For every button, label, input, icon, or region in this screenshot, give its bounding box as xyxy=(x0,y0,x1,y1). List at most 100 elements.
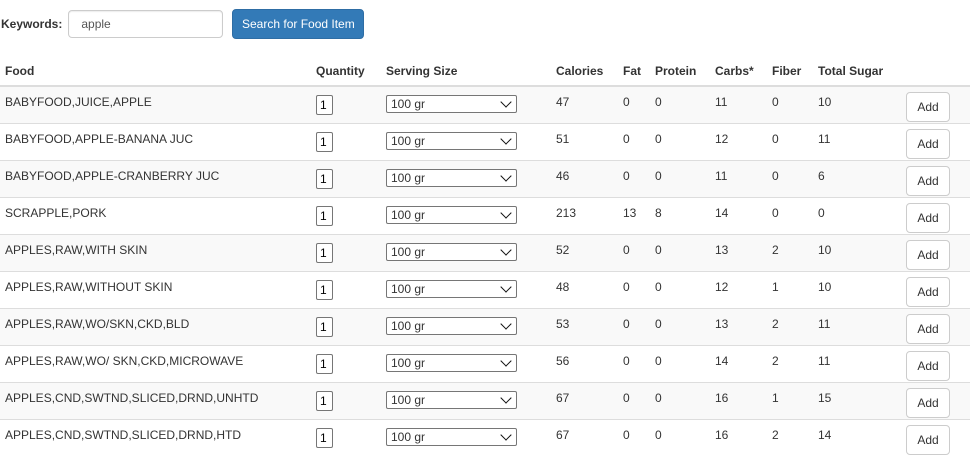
add-button[interactable]: Add xyxy=(906,202,950,233)
total-sugar-value: 14 xyxy=(813,418,901,456)
quantity-input[interactable] xyxy=(316,242,333,263)
carbs-value: 11 xyxy=(710,85,767,123)
fiber-value: 2 xyxy=(767,344,813,382)
fiber-value: 2 xyxy=(767,233,813,271)
total-sugar-value: 15 xyxy=(813,381,901,419)
search-button[interactable]: Search for Food Item xyxy=(232,9,365,39)
action-cell: Add xyxy=(901,122,970,160)
serving-size-value: 100 gr xyxy=(391,97,426,111)
quantity-cell xyxy=(311,418,381,456)
col-fat-header: Fat xyxy=(618,56,650,87)
chevron-down-icon xyxy=(500,206,512,219)
serving-size-select[interactable]: 100 gr xyxy=(386,353,517,372)
fiber-value: 0 xyxy=(767,196,813,234)
total-sugar-value: 11 xyxy=(813,344,901,382)
col-carbs-header: Carbs* xyxy=(710,56,767,87)
quantity-input[interactable] xyxy=(316,390,333,411)
add-button[interactable]: Add xyxy=(906,313,950,344)
serving-size-value: 100 gr xyxy=(391,170,426,185)
chevron-down-icon xyxy=(500,391,512,404)
add-button[interactable]: Add xyxy=(906,276,950,307)
protein-value: 0 xyxy=(650,233,710,271)
food-name: BABYFOOD,APPLE-BANANA JUC xyxy=(0,122,311,160)
add-button[interactable]: Add xyxy=(906,350,950,381)
quantity-input[interactable] xyxy=(316,205,333,226)
serving-size-select[interactable]: 100 gr xyxy=(386,316,517,335)
action-cell: Add xyxy=(901,270,970,308)
calories-value: 51 xyxy=(551,122,618,160)
col-calories-header: Calories xyxy=(551,56,618,87)
serving-size-value: 100 gr xyxy=(391,207,426,222)
carbs-value: 13 xyxy=(710,233,767,271)
quantity-cell xyxy=(311,233,381,271)
add-button[interactable]: Add xyxy=(906,424,950,455)
add-button[interactable]: Add xyxy=(906,165,950,196)
serving-size-cell: 100 gr xyxy=(381,196,551,234)
fiber-value: 0 xyxy=(767,122,813,160)
serving-size-cell: 100 gr xyxy=(381,344,551,382)
calories-value: 67 xyxy=(551,418,618,456)
add-button[interactable]: Add xyxy=(906,387,950,418)
fiber-value: 2 xyxy=(767,307,813,345)
fat-value: 13 xyxy=(618,196,650,234)
quantity-input[interactable] xyxy=(316,316,333,337)
col-protein-header: Protein xyxy=(650,56,710,87)
add-button[interactable]: Add xyxy=(906,239,950,270)
chevron-down-icon xyxy=(500,317,512,330)
keywords-input[interactable] xyxy=(68,10,224,38)
add-button[interactable]: Add xyxy=(906,92,950,122)
quantity-cell xyxy=(311,381,381,419)
quantity-cell xyxy=(311,159,381,197)
serving-size-cell: 100 gr xyxy=(381,159,551,197)
quantity-input[interactable] xyxy=(316,353,333,374)
protein-value: 0 xyxy=(650,418,710,456)
chevron-down-icon xyxy=(500,96,512,108)
serving-size-select[interactable]: 100 gr xyxy=(386,131,517,150)
add-button[interactable]: Add xyxy=(906,128,950,159)
serving-size-select[interactable]: 100 gr xyxy=(386,205,517,224)
total-sugar-value: 10 xyxy=(813,233,901,271)
food-name: APPLES,RAW,WO/SKN,CKD,BLD xyxy=(0,307,311,345)
fiber-value: 1 xyxy=(767,270,813,308)
serving-size-select[interactable]: 100 gr xyxy=(386,390,517,409)
total-sugar-value: 0 xyxy=(813,196,901,234)
table-row: APPLES,RAW,WO/SKN,CKD,BLD100 gr530013211… xyxy=(0,307,970,345)
fat-value: 0 xyxy=(618,270,650,308)
action-cell: Add xyxy=(901,196,970,234)
calories-value: 213 xyxy=(551,196,618,234)
food-name: APPLES,RAW,WITH SKIN xyxy=(0,233,311,271)
carbs-value: 12 xyxy=(710,122,767,160)
serving-size-select[interactable]: 100 gr xyxy=(386,279,517,298)
chevron-down-icon xyxy=(500,169,512,182)
col-fiber-header: Fiber xyxy=(767,56,813,87)
serving-size-cell: 100 gr xyxy=(381,270,551,308)
serving-size-value: 100 gr xyxy=(391,392,426,407)
food-name: APPLES,RAW,WITHOUT SKIN xyxy=(0,270,311,308)
carbs-value: 16 xyxy=(710,418,767,456)
action-cell: Add xyxy=(901,307,970,345)
fat-value: 0 xyxy=(618,381,650,419)
food-name: SCRAPPLE,PORK xyxy=(0,196,311,234)
serving-size-select[interactable]: 100 gr xyxy=(386,427,517,446)
quantity-input[interactable] xyxy=(316,95,333,115)
table-row: BABYFOOD,JUICE,APPLE100 gr470011010Add xyxy=(0,85,970,123)
total-sugar-value: 6 xyxy=(813,159,901,197)
fiber-value: 2 xyxy=(767,418,813,456)
serving-size-select[interactable]: 100 gr xyxy=(386,168,517,187)
quantity-input[interactable] xyxy=(316,131,333,152)
protein-value: 0 xyxy=(650,307,710,345)
food-results-table: Food Quantity Serving Size Calories Fat … xyxy=(0,56,970,456)
serving-size-select[interactable]: 100 gr xyxy=(386,242,517,261)
quantity-input[interactable] xyxy=(316,168,333,189)
protein-value: 8 xyxy=(650,196,710,234)
chevron-down-icon xyxy=(500,354,512,367)
table-row: BABYFOOD,APPLE-CRANBERRY JUC100 gr460011… xyxy=(0,159,970,197)
table-row: APPLES,RAW,WO/ SKN,CKD,MICROWAVE 100 gr 56… xyxy=(0,344,970,382)
quantity-input[interactable] xyxy=(316,427,333,448)
quantity-input[interactable] xyxy=(316,279,333,300)
action-cell: Add xyxy=(901,381,970,419)
carbs-value: 12 xyxy=(710,270,767,308)
serving-size-select[interactable]: 100 gr xyxy=(386,95,517,113)
serving-size-value: 100 gr xyxy=(391,429,426,444)
total-sugar-value: 11 xyxy=(813,307,901,345)
